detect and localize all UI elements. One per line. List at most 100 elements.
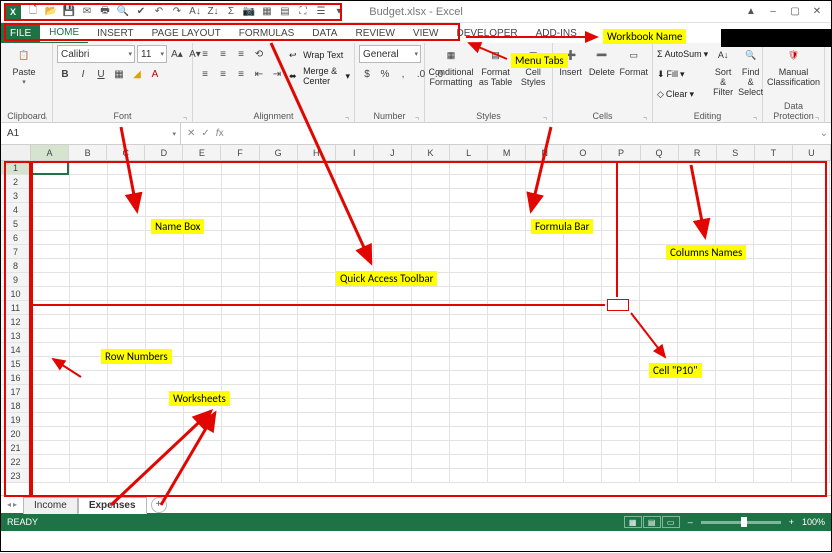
window-close-icon[interactable]: ✕: [807, 5, 827, 19]
row-header-10[interactable]: 10: [1, 287, 31, 301]
format-as-table-button[interactable]: ▤Format as Table: [477, 45, 514, 88]
window-min-icon[interactable]: –: [763, 5, 783, 19]
row-cells[interactable]: [31, 175, 831, 189]
underline-button[interactable]: U: [93, 66, 109, 82]
font-name-combo[interactable]: Calibri: [57, 45, 135, 63]
row-header-13[interactable]: 13: [1, 329, 31, 343]
find-select-button[interactable]: 🔍Find & Select: [738, 45, 763, 98]
qat-macro-icon[interactable]: ▦: [259, 4, 275, 20]
zoom-in-icon[interactable]: +: [789, 517, 794, 527]
row-cells[interactable]: [31, 203, 831, 217]
tab-data[interactable]: DATA: [303, 23, 346, 43]
autosum-button[interactable]: Σ AutoSum ▾: [657, 45, 708, 63]
sheet-tab-expenses[interactable]: Expenses: [78, 497, 147, 514]
col-header-E[interactable]: E: [183, 145, 221, 160]
col-header-K[interactable]: K: [412, 145, 450, 160]
conditional-formatting-button[interactable]: ▦Conditional Formatting: [429, 45, 473, 88]
row-header-5[interactable]: 5: [1, 217, 31, 231]
row-header-11[interactable]: 11: [1, 301, 31, 315]
window-max-icon[interactable]: ▢: [785, 5, 805, 19]
col-header-S[interactable]: S: [717, 145, 755, 160]
row-header-23[interactable]: 23: [1, 469, 31, 483]
name-box[interactable]: A1: [1, 123, 181, 144]
col-header-H[interactable]: H: [298, 145, 336, 160]
row-cells[interactable]: [31, 455, 831, 469]
align-left-icon[interactable]: ≡: [197, 66, 213, 82]
wrap-text-button[interactable]: ↩ Wrap Text: [289, 46, 350, 64]
qat-mail-icon[interactable]: ✉: [79, 4, 95, 20]
col-header-U[interactable]: U: [793, 145, 831, 160]
align-right-icon[interactable]: ≡: [233, 66, 249, 82]
sheet-tab-income[interactable]: Income: [23, 497, 78, 514]
row-cells[interactable]: [31, 315, 831, 329]
col-header-P[interactable]: P: [602, 145, 640, 160]
tab-page-layout[interactable]: PAGE LAYOUT: [143, 23, 230, 43]
view-break-icon[interactable]: ▭: [662, 516, 680, 528]
currency-icon[interactable]: $: [359, 66, 375, 82]
row-header-6[interactable]: 6: [1, 231, 31, 245]
qat-redo-icon[interactable]: ↷: [169, 4, 185, 20]
fill-button[interactable]: ⬇ Fill ▾: [657, 65, 708, 83]
col-header-O[interactable]: O: [564, 145, 602, 160]
sheet-nav-next-icon[interactable]: ▸: [13, 500, 17, 509]
qat-preview-icon[interactable]: 🔍: [115, 4, 131, 20]
row-header-3[interactable]: 3: [1, 189, 31, 203]
row-cells[interactable]: [31, 399, 831, 413]
qat-spell-icon[interactable]: ✔: [133, 4, 149, 20]
orientation-icon[interactable]: ⟲: [251, 46, 267, 62]
qat-more-icon[interactable]: ▾: [331, 4, 347, 20]
active-cell-a1[interactable]: [31, 161, 69, 175]
tab-developer[interactable]: DEVELOPER: [447, 23, 526, 43]
indent-dec-icon[interactable]: ⇤: [251, 66, 267, 82]
row-cells[interactable]: [31, 469, 831, 483]
ribbon-collapse-icon[interactable]: ▲: [741, 5, 761, 19]
zoom-slider[interactable]: [701, 521, 781, 524]
tab-formulas[interactable]: FORMULAS: [230, 23, 304, 43]
fx-cancel-icon[interactable]: ✕: [187, 128, 195, 139]
qat-sum-icon[interactable]: Σ: [223, 4, 239, 20]
qat-quickprint-icon[interactable]: 🖶: [97, 4, 113, 20]
view-normal-icon[interactable]: ▦: [624, 516, 642, 528]
qat-camera-icon[interactable]: 📷: [241, 4, 257, 20]
qat-save-icon[interactable]: 💾: [61, 4, 77, 20]
align-center-icon[interactable]: ≡: [215, 66, 231, 82]
tab-view[interactable]: VIEW: [404, 23, 448, 43]
col-header-L[interactable]: L: [450, 145, 488, 160]
row-cells[interactable]: [31, 371, 831, 385]
tab-add-ins[interactable]: ADD-INS: [527, 23, 586, 43]
col-header-T[interactable]: T: [755, 145, 793, 160]
col-header-J[interactable]: J: [374, 145, 412, 160]
align-top-icon[interactable]: ≡: [197, 46, 213, 62]
row-header-9[interactable]: 9: [1, 273, 31, 287]
fill-color-button[interactable]: ◢: [129, 66, 145, 82]
row-header-8[interactable]: 8: [1, 259, 31, 273]
qat-touch-icon[interactable]: ☰: [313, 4, 329, 20]
col-header-I[interactable]: I: [336, 145, 374, 160]
view-layout-icon[interactable]: ▤: [643, 516, 661, 528]
row-header-12[interactable]: 12: [1, 315, 31, 329]
qat-table-icon[interactable]: ▤: [277, 4, 293, 20]
align-middle-icon[interactable]: ≡: [215, 46, 231, 62]
col-header-F[interactable]: F: [221, 145, 259, 160]
tab-review[interactable]: REVIEW: [346, 23, 403, 43]
formula-bar-expand-icon[interactable]: ⌄: [817, 128, 831, 139]
qat-fullscreen-icon[interactable]: ⛶: [295, 4, 311, 20]
comma-icon[interactable]: ,: [395, 66, 411, 82]
row-cells[interactable]: [31, 441, 831, 455]
number-format-combo[interactable]: General: [359, 45, 421, 63]
tab-file[interactable]: FILE: [1, 23, 40, 43]
row-header-17[interactable]: 17: [1, 385, 31, 399]
bold-button[interactable]: B: [57, 66, 73, 82]
sheet-nav-prev-icon[interactable]: ◂: [7, 500, 11, 509]
row-header-4[interactable]: 4: [1, 203, 31, 217]
qat-new-icon[interactable]: 🗋: [25, 4, 41, 20]
row-header-14[interactable]: 14: [1, 343, 31, 357]
italic-button[interactable]: I: [75, 66, 91, 82]
col-header-B[interactable]: B: [69, 145, 107, 160]
col-header-M[interactable]: M: [488, 145, 526, 160]
qat-sortasc-icon[interactable]: A↓: [187, 4, 203, 20]
row-cells[interactable]: [31, 161, 831, 175]
col-header-N[interactable]: N: [526, 145, 564, 160]
row-header-1[interactable]: 1: [1, 161, 31, 175]
border-button[interactable]: ▦: [111, 66, 127, 82]
